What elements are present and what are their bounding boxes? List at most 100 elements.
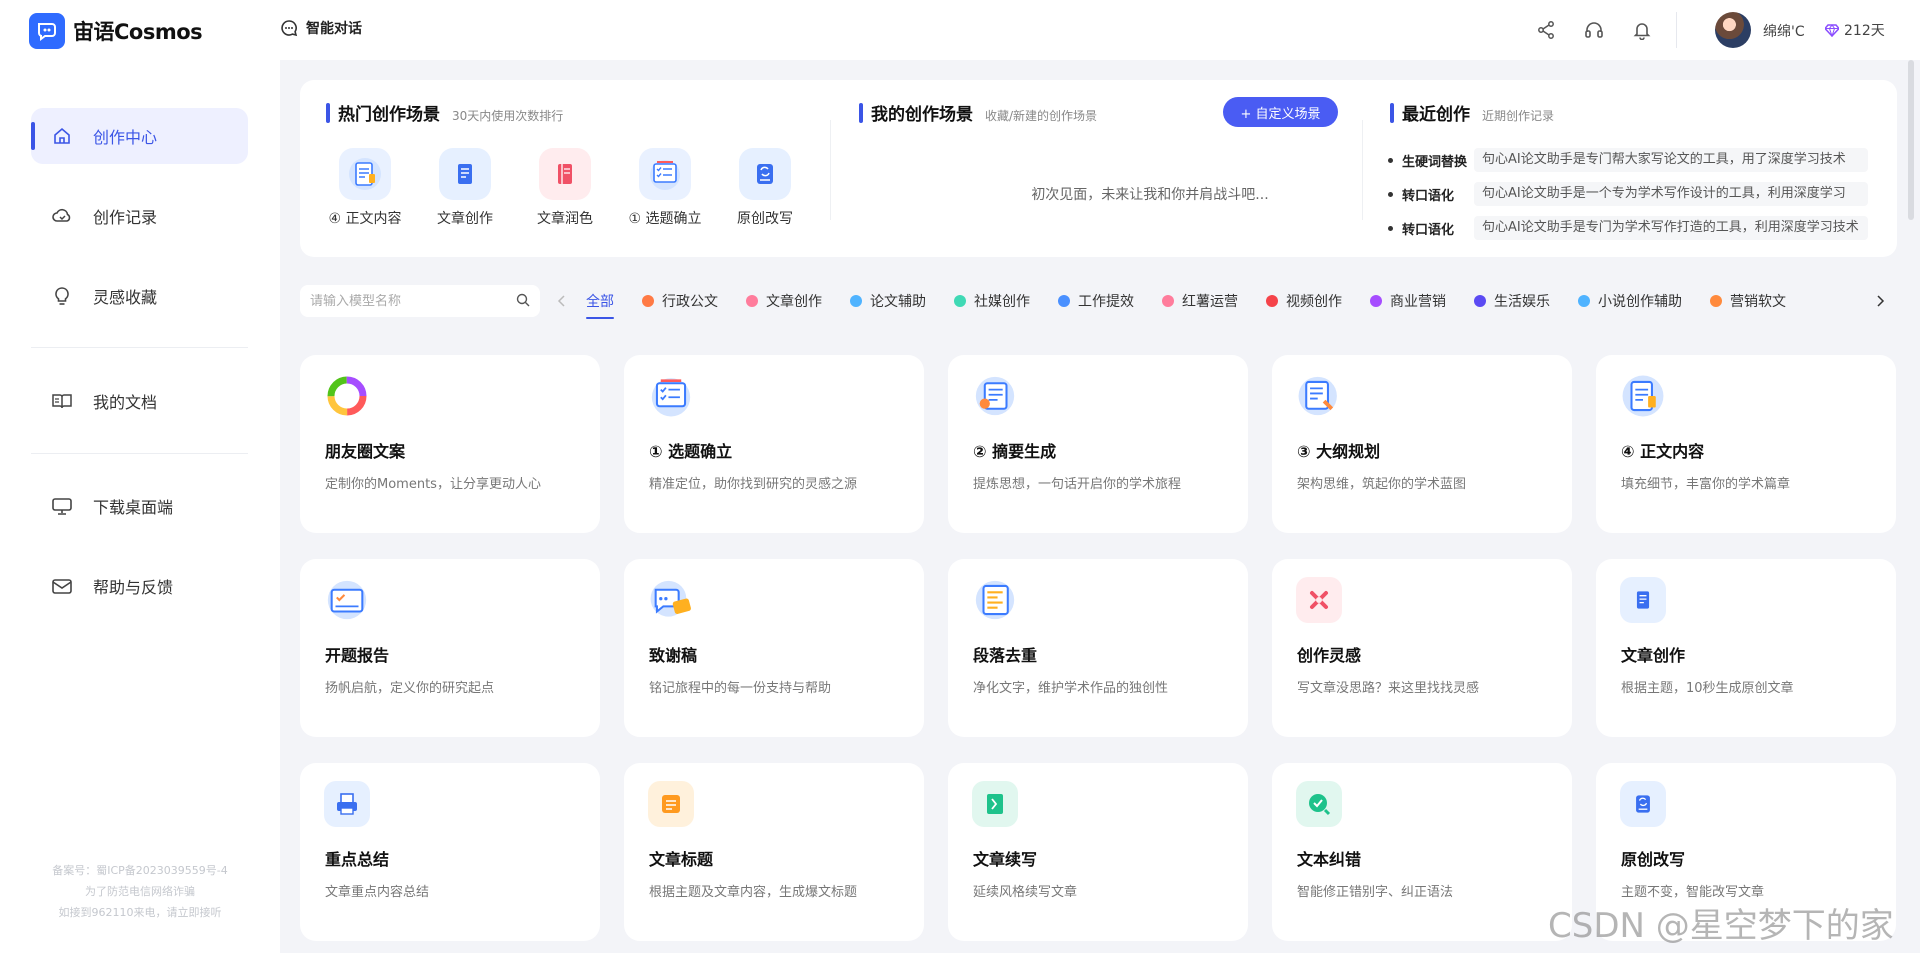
scene-card[interactable]: ③ 大纲规划 架构思维，筑起你的学术蓝图 bbox=[1272, 355, 1572, 533]
bulb-icon bbox=[51, 285, 73, 307]
scene-card[interactable]: ④ 正文内容 填充细节，丰富你的学术篇章 bbox=[1596, 355, 1896, 533]
scene-card[interactable]: 段落去重 净化文字，维护学术作品的独创性 bbox=[948, 559, 1248, 737]
hot-scene-item[interactable]: 文章润色 bbox=[515, 148, 615, 228]
category-dot-icon bbox=[954, 295, 966, 307]
hot-scene-item[interactable]: ① 选题确立 bbox=[615, 148, 715, 228]
scene-card[interactable]: 文本纠错 智能修正错别字、纠正语法 bbox=[1272, 763, 1572, 941]
scrollbar[interactable] bbox=[1908, 60, 1914, 220]
outline-icon bbox=[1296, 373, 1342, 419]
scene-card[interactable]: 致谢稿 铭记旅程中的每一份支持与帮助 bbox=[624, 559, 924, 737]
scene-card[interactable]: 开题报告 扬帆启航，定义你的研究起点 bbox=[300, 559, 600, 737]
headset-icon[interactable] bbox=[1582, 18, 1606, 42]
category-dot-icon bbox=[1058, 295, 1070, 307]
sidebar-item-label: 帮助与反馈 bbox=[93, 578, 174, 597]
scene-card[interactable]: 文章续写 延续风格续写文章 bbox=[948, 763, 1248, 941]
document-icon bbox=[1620, 577, 1666, 623]
sidebar-item-download[interactable]: 下载桌面端 bbox=[31, 478, 248, 534]
recent-item-text: 句心AI论文助手是一个专为学术写作设计的工具，利用深度学习 bbox=[1474, 182, 1868, 206]
spark-icon bbox=[1296, 577, 1342, 623]
username[interactable]: 绵绵'C bbox=[1763, 21, 1805, 41]
card-title: 创作灵感 bbox=[1297, 646, 1362, 665]
tab-category[interactable]: 论文辅助 bbox=[850, 291, 926, 311]
card-desc: 扬帆启航，定义你的研究起点 bbox=[325, 681, 495, 696]
scene-card[interactable]: ② 摘要生成 提炼思想，一句话开启你的学术旅程 bbox=[948, 355, 1248, 533]
logo-icon bbox=[29, 13, 65, 49]
tab-category[interactable]: 生活娱乐 bbox=[1474, 291, 1550, 311]
sidebar-item-my-docs[interactable]: 我的文档 bbox=[31, 373, 248, 429]
tab-category[interactable]: 营销软文 bbox=[1710, 291, 1786, 311]
tab-category[interactable]: 行政公文 bbox=[642, 291, 718, 311]
ring-icon bbox=[324, 373, 370, 419]
checklist-icon bbox=[639, 148, 691, 200]
card-title: ② 摘要生成 bbox=[973, 442, 1057, 461]
card-title: 文章标题 bbox=[649, 850, 714, 869]
card-title: 重点总结 bbox=[325, 850, 390, 869]
vip-days: 212天 bbox=[1844, 23, 1885, 39]
tab-category[interactable]: 文章创作 bbox=[746, 291, 822, 311]
recent-item[interactable]: 转口语化 句心AI论文助手是一个专为学术写作设计的工具，利用深度学习 bbox=[1388, 182, 1868, 206]
scene-card[interactable]: 文章创作 根据主题，10秒生成原创文章 bbox=[1596, 559, 1896, 737]
card-title: 开题报告 bbox=[325, 646, 390, 665]
recent-item[interactable]: 生硬词替换 句心AI论文助手是专门帮大家写论文的工具，用了深度学习技术 bbox=[1388, 148, 1868, 172]
hot-scene-item[interactable]: 原创改写 bbox=[715, 148, 815, 228]
recent-item-type: 生硬词替换 bbox=[1402, 154, 1468, 170]
chevron-right-icon[interactable] bbox=[1870, 289, 1890, 313]
sidebar-divider bbox=[31, 347, 248, 348]
tab-category[interactable]: 商业营销 bbox=[1370, 291, 1446, 311]
card-desc: 智能修正错别字、纠正语法 bbox=[1297, 885, 1454, 900]
clipboard-icon bbox=[1620, 373, 1666, 419]
check-search-icon bbox=[1296, 781, 1342, 827]
share-icon[interactable] bbox=[1534, 18, 1558, 42]
card-desc: 定制你的Moments，让分享更动人心 bbox=[325, 477, 541, 492]
fraud-notice: 为了防范电信网络诈骗 bbox=[85, 885, 195, 898]
recent-item-type: 转口语化 bbox=[1402, 188, 1455, 204]
smart-chat-label: 智能对话 bbox=[306, 21, 362, 37]
hot-scene-item[interactable]: ④ 正文内容 bbox=[315, 148, 415, 228]
scene-card[interactable]: 文章标题 根据主题及文章内容，生成爆文标题 bbox=[624, 763, 924, 941]
book-icon bbox=[51, 390, 73, 412]
icp-record[interactable]: 备案号：蜀ICP备2023039559号-4 bbox=[0, 860, 280, 881]
scene-card[interactable]: 重点总结 文章重点内容总结 bbox=[300, 763, 600, 941]
tab-category[interactable]: 社媒创作 bbox=[954, 291, 1030, 311]
scene-card[interactable]: 朋友圈文案 定制你的Moments，让分享更动人心 bbox=[300, 355, 600, 533]
card-title: 原创改写 bbox=[1621, 850, 1686, 869]
sidebar-item-creation-records[interactable]: 创作记录 bbox=[31, 188, 248, 244]
card-desc: 延续风格续写文章 bbox=[973, 885, 1078, 900]
avatar[interactable] bbox=[1715, 12, 1751, 48]
sidebar-item-inspiration[interactable]: 灵感收藏 bbox=[31, 268, 248, 324]
sidebar-item-label: 我的文档 bbox=[93, 393, 158, 412]
category-dot-icon bbox=[1266, 295, 1278, 307]
tab-category[interactable]: 视频创作 bbox=[1266, 291, 1342, 311]
tab-category[interactable]: 红薯运营 bbox=[1162, 291, 1238, 311]
my-scenes-empty-text: 初次见面，未来让我和你并肩战斗吧... bbox=[1031, 187, 1269, 203]
sidebar-item-help[interactable]: 帮助与反馈 bbox=[31, 558, 248, 614]
vip-badge[interactable]: 212天 bbox=[1825, 20, 1885, 40]
smart-chat-link[interactable]: 智能对话 bbox=[280, 18, 362, 38]
card-title: 致谢稿 bbox=[649, 646, 698, 665]
model-search bbox=[300, 285, 540, 317]
my-scenes-header: 我的创作场景 收藏/新建的创作场景 bbox=[859, 100, 1097, 125]
card-desc: 文章重点内容总结 bbox=[325, 885, 430, 900]
bell-icon[interactable] bbox=[1630, 18, 1654, 42]
hot-scenes-subtitle: 30天内使用次数排行 bbox=[452, 109, 564, 123]
watermark: CSDN @星空梦下的家 bbox=[1548, 906, 1894, 946]
fraud-notice-detail: 如接到962110来电，请立即接听 bbox=[58, 906, 222, 919]
scene-card[interactable]: ① 选题确立 精准定位，助你找到研究的灵感之源 bbox=[624, 355, 924, 533]
search-icon[interactable] bbox=[516, 292, 530, 311]
add-custom-scene-button[interactable]: + 自定义场景 bbox=[1223, 97, 1338, 127]
tab-all[interactable]: 全部 bbox=[586, 291, 614, 319]
tab-category[interactable]: 工作提效 bbox=[1058, 291, 1134, 311]
recent-item[interactable]: 转口语化 句心AI论文助手是专门为学术写作打造的工具，利用深度学习技术 bbox=[1388, 216, 1868, 240]
brand-logo[interactable]: 宙语Cosmos bbox=[29, 13, 203, 49]
tab-category[interactable]: 小说创作辅助 bbox=[1578, 291, 1682, 311]
sidebar-item-creation-center[interactable]: 创作中心 bbox=[31, 108, 248, 164]
search-input[interactable] bbox=[310, 293, 516, 309]
hot-scene-item[interactable]: 文章创作 bbox=[415, 148, 515, 228]
chevron-left-icon[interactable] bbox=[552, 289, 572, 313]
hot-scenes-header: 热门创作场景 30天内使用次数排行 bbox=[326, 100, 563, 125]
card-title: ① 选题确立 bbox=[649, 442, 733, 461]
scene-card[interactable]: 创作灵感 写文章没思路？来这里找找灵感 bbox=[1272, 559, 1572, 737]
recent-header: 最近创作 近期创作记录 bbox=[1390, 100, 1554, 125]
diamond-icon bbox=[1825, 24, 1839, 37]
category-dot-icon bbox=[642, 295, 654, 307]
